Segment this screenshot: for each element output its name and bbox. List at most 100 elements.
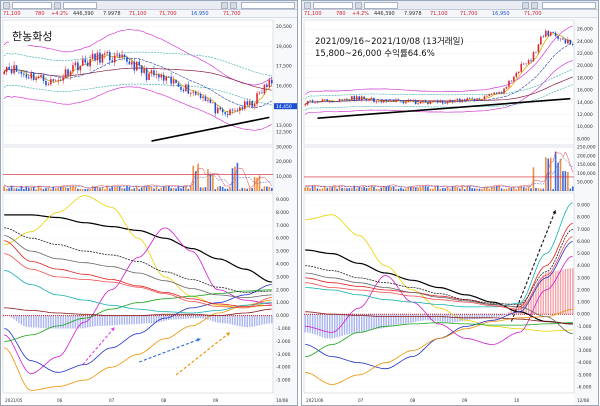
candle-body <box>138 61 141 66</box>
left-window-icon[interactable] <box>3 2 10 9</box>
candle-body <box>99 52 101 63</box>
candle-body <box>268 79 271 87</box>
candle-body <box>503 88 505 94</box>
volume-bar <box>175 188 177 191</box>
right-search-icon[interactable] <box>355 2 362 9</box>
candle-body <box>160 74 163 78</box>
osc-histogram-bar <box>306 314 309 333</box>
osc-histogram-bar <box>368 314 370 331</box>
candle-body <box>162 74 165 81</box>
osc-histogram-bar <box>356 314 358 334</box>
osc-histogram-bar <box>91 315 94 327</box>
osc-histogram-bar <box>437 314 439 322</box>
candle-body <box>86 62 89 67</box>
volume-bar <box>365 187 368 191</box>
right-quote-open: 71,100 <box>430 11 448 17</box>
osc-tick-label: 4.000 <box>577 263 590 269</box>
left-chart-canvas: 20,50019,00017,50016,00014,50013,00012,5… <box>2 18 297 405</box>
price-envelope-lower <box>3 86 272 131</box>
osc-histogram-bar <box>268 315 271 324</box>
osc-orange <box>4 299 272 391</box>
right-window-icon[interactable] <box>304 2 311 9</box>
volume-bar <box>478 188 481 191</box>
candle-body <box>126 57 128 62</box>
right-code-input[interactable] <box>313 2 353 9</box>
candle-body <box>57 79 60 81</box>
return-annotation: 15,800~26,000 수익률64.6% <box>313 47 437 59</box>
left-search-icon[interactable] <box>54 2 61 9</box>
osc-histogram-bar <box>329 314 331 339</box>
osc-histogram-bar <box>466 314 468 321</box>
candle-body <box>530 60 532 62</box>
volume-bar <box>363 187 365 191</box>
candle-body <box>348 99 351 101</box>
volume-bar <box>47 187 50 191</box>
volume-bar <box>427 186 429 191</box>
candle-body <box>353 96 356 100</box>
candle-body <box>209 99 212 103</box>
osc-histogram-bar <box>360 314 363 333</box>
osc-histogram-bar <box>471 314 473 320</box>
osc-histogram-bar <box>304 314 306 333</box>
volume-bar <box>128 186 131 191</box>
volume-bar <box>537 188 540 191</box>
candle-body <box>441 100 444 104</box>
candle-body <box>370 98 373 99</box>
candle-body <box>542 36 545 38</box>
osc-tick-label: 5.000 <box>577 251 590 257</box>
osc-histogram-bar <box>116 315 118 325</box>
volume-bar <box>456 186 459 191</box>
trend-arrow-head <box>110 327 115 332</box>
left-code-input[interactable] <box>12 2 52 9</box>
osc-histogram-bar <box>549 271 552 315</box>
volume-bar <box>202 187 204 191</box>
left-period-select[interactable] <box>63 2 97 9</box>
candle-body <box>140 65 143 73</box>
volume-bar <box>72 185 74 191</box>
left-date-box[interactable] <box>241 2 295 9</box>
date-axis-label: 06 <box>57 398 63 403</box>
left-option-icon[interactable] <box>230 2 237 9</box>
volume-bar <box>559 158 562 191</box>
osc-histogram-bar <box>468 314 471 320</box>
osc-histogram-bar <box>212 315 214 322</box>
right-period-select[interactable] <box>364 2 398 9</box>
candle-body <box>143 68 145 73</box>
osc-histogram-bar <box>217 315 219 323</box>
candle-body <box>351 96 353 100</box>
candle-body <box>424 101 427 103</box>
volume-bar <box>326 187 329 191</box>
candle-body <box>400 100 402 102</box>
osc-histogram-bar <box>50 315 52 329</box>
left-setting-icon[interactable] <box>221 2 228 9</box>
trend-arrow-head <box>226 332 230 336</box>
osc-tick-label: 2.000 <box>577 287 590 293</box>
right-setting-icon[interactable] <box>522 2 529 9</box>
candle-body <box>202 96 204 98</box>
candle-body <box>476 98 478 101</box>
osc-tick-label: 2.000 <box>276 287 289 293</box>
candle-body <box>471 98 473 100</box>
osc-histogram-bar <box>253 315 256 327</box>
right-chart-panel: 71,100 780 +4.2% 446,390 7.9978 71,100 7… <box>301 0 599 406</box>
candle-body <box>42 75 45 81</box>
osc-histogram-bar <box>419 314 422 321</box>
osc-histogram-bar <box>338 314 341 337</box>
date-axis-end-label: 10/08 <box>276 398 288 403</box>
right-option-icon[interactable] <box>531 2 538 9</box>
osc-histogram-bar <box>572 268 574 315</box>
volume-bar <box>18 188 20 191</box>
volume-bar <box>187 188 190 191</box>
right-date-box[interactable] <box>542 2 596 9</box>
volume-bar <box>216 186 219 191</box>
osc-histogram-bar <box>405 314 407 324</box>
candle-body <box>434 100 437 102</box>
osc-tick-label: 1.000 <box>577 300 590 306</box>
osc-histogram-bar <box>439 314 441 322</box>
osc-tick-label: -3.000 <box>276 352 291 358</box>
osc-histogram-bar <box>101 315 104 326</box>
osc-tick-label: 9.000 <box>577 203 590 209</box>
candle-body <box>490 94 493 95</box>
osc-tick-label: 3.000 <box>276 274 289 280</box>
candle-body <box>234 110 236 111</box>
